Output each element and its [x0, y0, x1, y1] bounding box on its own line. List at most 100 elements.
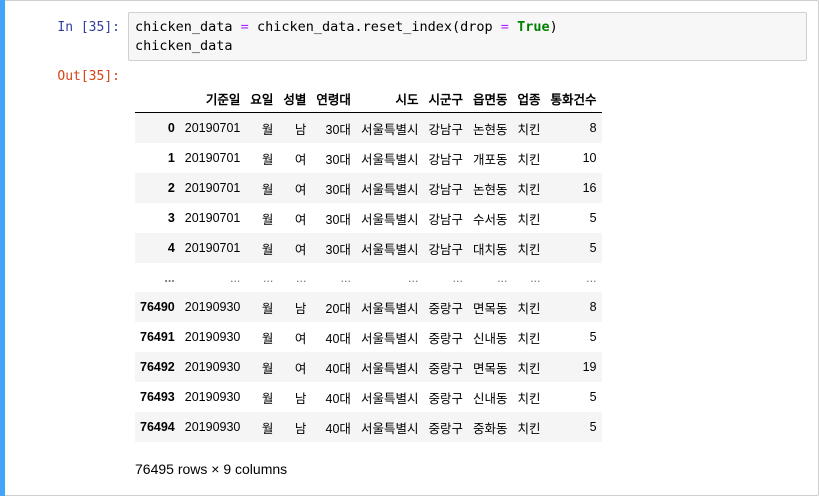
code-line-2: chicken_data — [135, 38, 233, 54]
table-row: 76494 20190930 월 남 40대 서울특별시 중랑구 중화동 치킨 5 — [135, 412, 602, 442]
table-cell: 여 — [294, 212, 307, 227]
table-cell: 20190701 — [184, 241, 241, 255]
column-header: 시도 — [355, 85, 424, 113]
table-row: 76492 20190930 월 여 40대 서울특별시 중랑구 면목동 치킨 19 — [135, 352, 602, 382]
table-row: 1 20190701 월 여 30대 서울특별시 강남구 개포동 치킨 10 — [135, 143, 602, 173]
table-cell: 30대 — [325, 152, 351, 167]
table-cell: 서울특별시 — [360, 391, 419, 406]
table-cell: 여 — [294, 182, 307, 197]
table-cell: 강남구 — [428, 122, 463, 137]
table-cell: 치킨 — [517, 331, 541, 346]
cell-selection-indicator — [0, 0, 5, 496]
table-cell: 서울특별시 — [360, 152, 419, 167]
table-cell: 20190930 — [184, 360, 241, 374]
table-row: 76490 20190930 월 남 20대 서울특별시 중랑구 면목동 치킨 8 — [135, 292, 602, 322]
table-cell: 개포동 — [472, 152, 508, 167]
table-cell: 논현동 — [472, 122, 508, 137]
column-header: 시군구 — [423, 85, 468, 113]
table-cell: 서울특별시 — [360, 301, 419, 316]
table-cell: 30대 — [325, 122, 351, 137]
table-cell: 20190930 — [184, 300, 241, 314]
row-index: ... — [164, 270, 175, 285]
table-cell: 여 — [294, 361, 307, 376]
table-cell: 여 — [294, 242, 307, 257]
table-cell: 5 — [589, 420, 597, 434]
table-header-row: 기준일 요일 성별 연령대 시도 시군구 읍면동 업종 통화건수 — [135, 85, 602, 113]
table-cell: 중랑구 — [428, 421, 463, 436]
row-index: 0 — [167, 121, 175, 135]
column-header: 성별 — [278, 85, 312, 113]
table-cell: 월 — [261, 122, 274, 137]
table-cell: 8 — [589, 300, 597, 314]
column-header: 통화건수 — [545, 85, 602, 113]
table-cell: 19 — [582, 360, 597, 374]
output-prompt: Out[35]: — [57, 69, 120, 84]
column-header: 요일 — [245, 85, 279, 113]
table-cell: 20190701 — [184, 151, 241, 165]
table-cell: ... — [229, 270, 241, 285]
table-cell: 월 — [261, 331, 274, 346]
column-header — [135, 85, 180, 113]
table-row: 2 20190701 월 여 30대 서울특별시 강남구 논현동 치킨 16 — [135, 173, 602, 203]
table-cell: 중화동 — [472, 421, 508, 436]
table-cell: 월 — [261, 301, 274, 316]
table-cell: 5 — [589, 330, 597, 344]
table-cell: 수서동 — [472, 212, 508, 227]
column-header: 연령대 — [311, 85, 356, 113]
table-cell: 서울특별시 — [360, 122, 419, 137]
column-header: 기준일 — [179, 85, 246, 113]
table-cell: 면목동 — [472, 301, 508, 316]
table-cell: 월 — [261, 421, 274, 436]
dataframe-output: 기준일 요일 성별 연령대 시도 시군구 읍면동 업종 통화건수 0 201907… — [135, 85, 602, 442]
table-row: 3 20190701 월 여 30대 서울특별시 강남구 수서동 치킨 5 — [135, 203, 602, 233]
table-cell: 월 — [261, 182, 274, 197]
row-index: 2 — [167, 181, 175, 195]
table-cell: 강남구 — [428, 182, 463, 197]
table-cell: 치킨 — [517, 212, 541, 227]
table-cell: 40대 — [325, 391, 351, 406]
table-cell: 서울특별시 — [360, 421, 419, 436]
row-index: 4 — [167, 241, 175, 255]
table-cell: 치킨 — [517, 242, 541, 257]
table-cell: 30대 — [325, 212, 351, 227]
table-cell: 월 — [261, 152, 274, 167]
table-cell: ... — [296, 270, 307, 285]
table-cell: 서울특별시 — [360, 361, 419, 376]
table-cell: 20190701 — [184, 121, 241, 135]
table-cell: 남 — [294, 391, 307, 406]
table-cell: 10 — [582, 151, 597, 165]
table-cell: 40대 — [325, 331, 351, 346]
column-header: 읍면동 — [467, 85, 513, 113]
table-cell: 강남구 — [428, 152, 463, 167]
table-cell: 강남구 — [428, 242, 463, 257]
input-prompt: In [35]: — [57, 20, 120, 35]
table-cell: 30대 — [325, 182, 351, 197]
table-cell: 신내동 — [472, 391, 508, 406]
row-index: 76494 — [140, 420, 175, 434]
table-cell: 5 — [589, 211, 597, 225]
table-cell: ... — [586, 270, 597, 285]
table-cell: 20190930 — [184, 330, 241, 344]
table-cell: 5 — [589, 390, 597, 404]
table-cell: 20190930 — [184, 390, 241, 404]
table-cell: 남 — [294, 122, 307, 137]
column-header: 업종 — [512, 85, 546, 113]
row-index: 76493 — [140, 390, 175, 404]
table-cell: 논현동 — [472, 182, 508, 197]
table-cell: 중랑구 — [428, 331, 463, 346]
code-editor[interactable]: chicken_data = chicken_data.reset_index(… — [128, 12, 807, 61]
table-cell: 서울특별시 — [360, 212, 419, 227]
table-cell: 치킨 — [517, 182, 541, 197]
table-cell: 16 — [582, 181, 597, 195]
table-row: 4 20190701 월 여 30대 서울특별시 강남구 대치동 치킨 5 — [135, 233, 602, 263]
table-cell: 40대 — [325, 421, 351, 436]
table-cell: 여 — [294, 331, 307, 346]
table-cell: 서울특별시 — [360, 182, 419, 197]
table-cell: ... — [408, 270, 419, 285]
table-cell: 남 — [294, 301, 307, 316]
table-cell: 치킨 — [517, 361, 541, 376]
ellipsis-row: .............................. — [135, 263, 602, 292]
row-index: 76492 — [140, 360, 175, 374]
table-cell: 5 — [589, 241, 597, 255]
table-cell: ... — [497, 270, 508, 285]
